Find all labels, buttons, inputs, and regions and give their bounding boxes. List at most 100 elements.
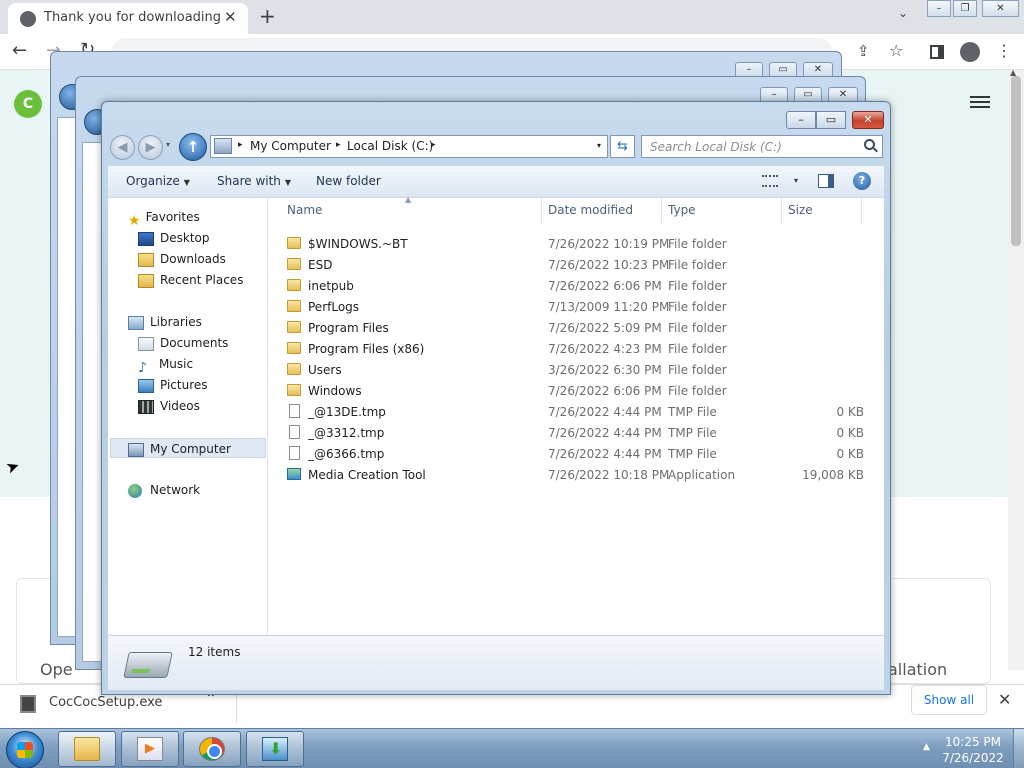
preview-pane-icon[interactable]: [818, 174, 834, 188]
nav-label: Recent Places: [160, 273, 244, 287]
file-row[interactable]: _@13DE.tmp 7/26/2022 4:44 PM TMP File 0 KB: [279, 402, 869, 423]
explorer-content: ★ Favorites Desktop Downloads Recent Plac…: [108, 195, 884, 636]
nav-documents[interactable]: Documents: [138, 333, 228, 353]
breadcrumb-arrow-icon[interactable]: ▸: [336, 140, 341, 150]
organize-button[interactable]: Organize ▼: [126, 174, 190, 188]
address-dropdown-icon[interactable]: ▾: [597, 141, 601, 150]
minimize-button[interactable]: –: [786, 111, 816, 129]
file-row[interactable]: Windows 7/26/2022 6:06 PM File folder: [279, 381, 869, 402]
breadcrumb-arrow-icon[interactable]: ▸: [238, 140, 243, 150]
tmp-file-icon: [289, 425, 300, 439]
back-button[interactable]: ◀: [110, 135, 135, 160]
search-input[interactable]: Search Local Disk (C:): [641, 135, 883, 158]
nav-desktop[interactable]: Desktop: [138, 228, 210, 248]
nav-my-computer[interactable]: My Computer: [110, 438, 266, 458]
column-header-date-modified[interactable]: Date modified: [548, 203, 633, 217]
file-row[interactable]: Media Creation Tool 7/26/2022 10:18 PM App…: [279, 465, 869, 486]
file-type: TMP File: [668, 426, 717, 440]
tab-title: Thank you for downloading Cốc Cốc: [44, 10, 220, 25]
breadcrumb-my-computer[interactable]: My Computer: [250, 139, 331, 153]
column-divider[interactable]: [541, 198, 542, 224]
chrome-maximize-button[interactable]: ❐: [953, 0, 977, 17]
recent-locations-dropdown[interactable]: ▾: [166, 140, 170, 149]
hamburger-menu-icon[interactable]: [970, 96, 990, 108]
file-row[interactable]: Program Files 7/26/2022 5:09 PM File folde…: [279, 318, 869, 339]
share-icon[interactable]: ⇪: [857, 42, 870, 60]
nav-favorites[interactable]: ★ Favorites: [128, 207, 200, 229]
file-name: inetpub: [308, 279, 354, 293]
coccoc-logo-icon[interactable]: C: [14, 90, 42, 118]
new-folder-button[interactable]: New folder: [316, 174, 381, 188]
close-button[interactable]: ✕: [852, 111, 884, 129]
nav-network[interactable]: Network: [128, 480, 200, 500]
change-view-icon[interactable]: [762, 175, 778, 187]
tab-close-icon[interactable]: ✕: [224, 8, 237, 26]
browser-tab[interactable]: Thank you for downloading Cốc Cốc ✕: [8, 3, 248, 34]
clock-time[interactable]: 10:25 PM: [936, 735, 1010, 749]
nav-downloads[interactable]: Downloads: [138, 249, 226, 269]
file-row[interactable]: ESD 7/26/2022 10:23 PM File folder: [279, 255, 869, 276]
file-size: 0 KB: [836, 426, 864, 440]
column-divider[interactable]: [781, 198, 782, 224]
show-all-button[interactable]: Show all: [911, 685, 987, 715]
column-header-size[interactable]: Size: [788, 203, 813, 217]
breadcrumb-arrow-icon[interactable]: ▸: [431, 140, 436, 150]
bookmark-star-icon[interactable]: ☆: [889, 41, 903, 60]
chrome-menu-icon[interactable]: ⋮: [996, 41, 1012, 60]
file-row[interactable]: inetpub 7/26/2022 6:06 PM File folder: [279, 276, 869, 297]
column-header-name[interactable]: Name: [287, 203, 322, 217]
nav-music[interactable]: ♪ Music: [138, 354, 193, 376]
chrome-close-button[interactable]: ✕: [982, 0, 1019, 17]
share-with-button[interactable]: Share with ▼: [217, 174, 291, 188]
help-icon[interactable]: ?: [853, 172, 871, 190]
column-header-type[interactable]: Type: [668, 203, 696, 217]
taskbar-setup-button[interactable]: [246, 731, 304, 767]
nav-libraries[interactable]: Libraries: [128, 312, 202, 332]
folder-icon: [287, 300, 301, 312]
clock-date[interactable]: 7/26/2022: [936, 751, 1010, 765]
new-tab-button[interactable]: +: [259, 4, 276, 28]
breadcrumb-local-disk[interactable]: Local Disk (C:): [347, 139, 433, 153]
column-divider[interactable]: [861, 198, 862, 224]
file-row[interactable]: Users 3/26/2022 6:30 PM File folder: [279, 360, 869, 381]
windows-logo-icon: [17, 742, 33, 758]
back-arrow-icon[interactable]: ←: [12, 40, 27, 61]
libraries-icon: [128, 315, 144, 330]
up-folder-button[interactable]: ↑: [179, 133, 207, 161]
tab-search-icon[interactable]: ⌄: [898, 6, 908, 20]
start-button[interactable]: [6, 731, 44, 768]
maximize-button[interactable]: ▭: [816, 111, 846, 129]
view-options-dropdown[interactable]: ▾: [794, 176, 798, 185]
nav-recent-places[interactable]: Recent Places: [138, 270, 243, 290]
download-file-name[interactable]: CocCocSetup.exe: [49, 695, 162, 710]
forward-button[interactable]: ▶: [138, 135, 163, 160]
file-row[interactable]: PerfLogs 7/13/2009 11:20 PM File folder: [279, 297, 869, 318]
close-icon[interactable]: ✕: [998, 690, 1011, 709]
taskbar-media-player-button[interactable]: [121, 731, 179, 767]
page-scrollbar[interactable]: ▲: [1008, 68, 1024, 670]
share-with-label: Share with: [217, 174, 281, 188]
taskbar-explorer-button[interactable]: [58, 731, 116, 767]
show-hidden-icons-arrow[interactable]: ▲: [923, 742, 930, 752]
file-row[interactable]: $WINDOWS.~BT 7/26/2022 10:19 PM File folde…: [279, 234, 869, 255]
column-divider[interactable]: [661, 198, 662, 224]
show-desktop-button[interactable]: [1013, 729, 1024, 768]
taskbar-chrome-button[interactable]: [183, 731, 241, 767]
chrome-minimize-button[interactable]: –: [927, 0, 951, 17]
refresh-icon[interactable]: ⇆: [610, 135, 635, 158]
file-date-modified: 7/26/2022 10:19 PM: [548, 237, 670, 251]
profile-avatar-icon[interactable]: [960, 42, 980, 62]
file-type: File folder: [668, 300, 727, 314]
folder-icon: [287, 342, 301, 354]
file-row[interactable]: Program Files (x86) 7/26/2022 4:23 PM File…: [279, 339, 869, 360]
nav-pictures[interactable]: Pictures: [138, 375, 208, 395]
file-name: _@13DE.tmp: [308, 405, 386, 419]
search-icon[interactable]: [864, 139, 875, 150]
file-row[interactable]: _@3312.tmp 7/26/2022 4:44 PM TMP File 0 KB: [279, 423, 869, 444]
nav-label: Libraries: [150, 315, 202, 329]
scrollbar-thumb[interactable]: [1011, 76, 1021, 246]
explorer-address-bar[interactable]: ▸ My Computer ▸ Local Disk (C:) ▸ ▾: [210, 135, 608, 158]
nav-videos[interactable]: Videos: [138, 396, 200, 416]
side-panel-icon[interactable]: [930, 45, 944, 59]
file-row[interactable]: _@6366.tmp 7/26/2022 4:44 PM TMP File 0 KB: [279, 444, 869, 465]
